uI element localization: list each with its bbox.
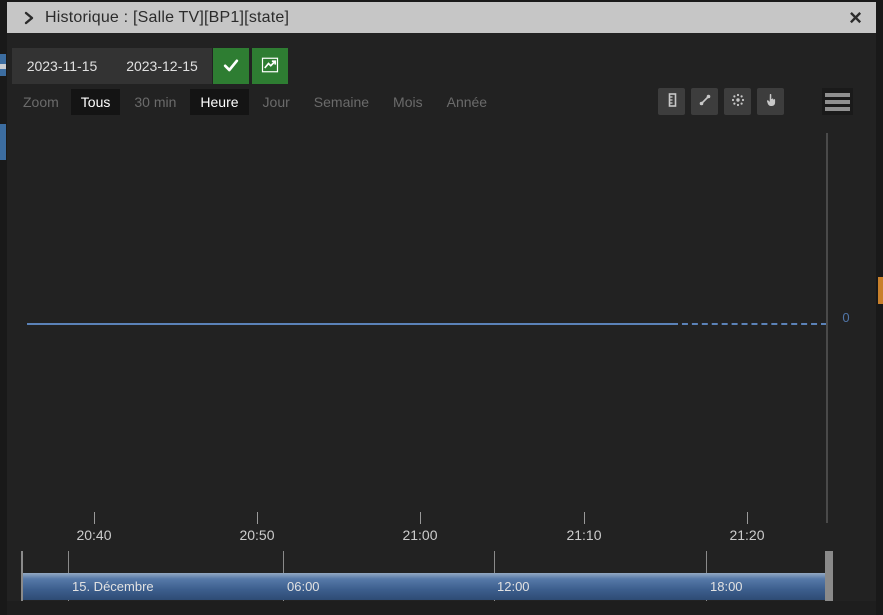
line-chart-icon xyxy=(261,56,279,77)
dialog-body: 2023-11-15 2023-12-15 Zoom Tous 30 min H… xyxy=(7,33,876,615)
hamburger-menu-icon xyxy=(825,92,850,97)
x-axis-tick-label: 21:00 xyxy=(402,527,438,543)
x-axis-tick xyxy=(257,512,258,524)
background-scroll-indicator xyxy=(878,277,883,304)
zoom-button-mois[interactable]: Mois xyxy=(383,89,433,115)
series-line-solid xyxy=(27,323,672,325)
x-axis-tick xyxy=(747,512,748,524)
screen: Historique : [Salle TV][BP1][state] × 20… xyxy=(0,0,883,615)
x-axis-tick-label: 20:40 xyxy=(76,527,112,543)
close-icon[interactable]: × xyxy=(845,6,866,28)
background-right-strip xyxy=(876,0,883,615)
x-axis-tick xyxy=(420,512,421,524)
date-to-input[interactable]: 2023-12-15 xyxy=(112,48,212,84)
pan-hand-icon xyxy=(763,92,779,111)
zoom-button-semaine[interactable]: Semaine xyxy=(304,89,379,115)
chart-toolbox xyxy=(658,88,784,115)
scatter-points-button[interactable] xyxy=(724,88,751,115)
zoom-label: Zoom xyxy=(23,94,59,110)
hamburger-menu-icon xyxy=(825,106,850,111)
navigator-label: 06:00 xyxy=(287,579,320,594)
y-axis-line xyxy=(826,133,828,523)
zoom-button-tous[interactable]: Tous xyxy=(70,89,121,115)
ruler-button[interactable] xyxy=(658,88,685,115)
background-tab-notch xyxy=(0,64,6,69)
zoom-button-jour[interactable]: Jour xyxy=(253,89,300,115)
navigator-right-handle[interactable] xyxy=(825,551,833,601)
line-style-icon xyxy=(697,92,713,111)
x-axis-tick-label: 21:10 xyxy=(566,527,602,543)
hamburger-menu-icon xyxy=(825,99,850,104)
background-tab-indicator xyxy=(0,124,6,160)
pan-hand-button[interactable] xyxy=(757,88,784,115)
zoom-presets: Zoom Tous 30 min Heure Jour Semaine Mois… xyxy=(19,88,497,116)
y-axis-tick-label: 0 xyxy=(842,310,850,325)
check-icon xyxy=(221,55,241,78)
background-left-strip xyxy=(0,0,7,615)
chevron-right-icon xyxy=(23,11,35,25)
zoom-button-30min[interactable]: 30 min xyxy=(124,89,186,115)
scatter-points-icon xyxy=(730,92,746,111)
dialog-footer xyxy=(7,601,876,615)
x-axis-tick-label: 21:20 xyxy=(729,527,765,543)
date-from-input[interactable]: 2023-11-15 xyxy=(12,48,112,84)
line-style-button[interactable] xyxy=(691,88,718,115)
navigator-label: 15. Décembre xyxy=(72,579,154,594)
open-chart-button[interactable] xyxy=(252,48,288,84)
zoom-button-annee[interactable]: Année xyxy=(437,89,497,115)
menu-button[interactable] xyxy=(822,88,853,115)
series-line-dashed xyxy=(672,323,827,325)
navigator-label: 12:00 xyxy=(497,579,530,594)
zoom-button-heure[interactable]: Heure xyxy=(190,89,249,115)
ruler-icon xyxy=(664,92,680,111)
x-axis-tick-label: 20:50 xyxy=(239,527,275,543)
apply-button[interactable] xyxy=(213,48,249,84)
dialog-title: Historique : [Salle TV][BP1][state] xyxy=(45,8,290,26)
navigator-range-bar[interactable]: 15. Décembre 06:00 12:00 18:00 xyxy=(23,573,825,600)
date-range-group: 2023-11-15 2023-12-15 xyxy=(12,48,212,84)
dialog-titlebar: Historique : [Salle TV][BP1][state] × xyxy=(7,2,876,33)
x-axis-tick xyxy=(94,512,95,524)
x-axis-tick xyxy=(584,512,585,524)
navigator-label: 18:00 xyxy=(710,579,743,594)
